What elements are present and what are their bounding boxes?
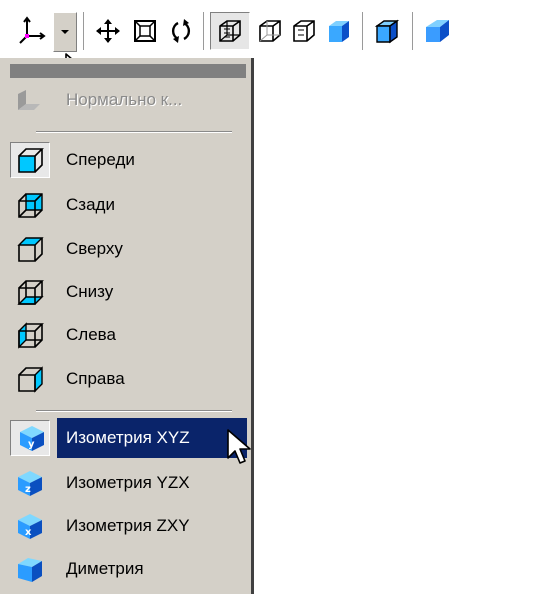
hidden-lines-thin-icon[interactable] <box>287 14 321 48</box>
menu-item-normal-to: Нормально к... <box>0 80 251 120</box>
menu-item-bottom[interactable]: Снизу <box>0 272 251 312</box>
view-orientation-menu: Нормально к... Спереди Сзади Сверху Сниз… <box>0 58 254 594</box>
toolbar-separator <box>203 12 205 50</box>
menu-item-label: Изометрия YZX <box>66 473 190 492</box>
toolbar-separator <box>412 12 414 50</box>
menu-item-left[interactable]: Слева <box>0 315 251 355</box>
shaded-icon[interactable] <box>322 14 356 48</box>
iso-zxy-icon: x <box>12 510 48 542</box>
left-view-icon <box>12 319 48 351</box>
back-view-icon <box>12 189 48 221</box>
dropdown-arrow-icon <box>61 30 69 34</box>
menu-item-label: Сзади <box>66 195 115 214</box>
iso-yzx-icon: z <box>12 467 48 499</box>
shaded-with-edges-icon[interactable] <box>370 14 404 48</box>
wireframe-icon[interactable] <box>210 12 250 50</box>
pan-icon[interactable] <box>91 14 125 48</box>
hidden-lines-icon[interactable] <box>253 14 287 48</box>
menu-item-back[interactable]: Сзади <box>0 185 251 225</box>
menu-item-iso-yzx[interactable]: z Изометрия YZX <box>0 463 251 503</box>
menu-item-label: Справа <box>66 369 125 388</box>
svg-text:x: x <box>25 527 32 538</box>
menu-item-label: Спереди <box>66 150 135 169</box>
zoom-to-fit-icon[interactable] <box>128 14 162 48</box>
orientation-icon[interactable] <box>14 14 50 48</box>
mouse-cursor-icon <box>227 429 251 464</box>
svg-text:z: z <box>25 484 31 495</box>
menu-item-label: Сверху <box>66 239 123 258</box>
menu-item-front[interactable]: Спереди <box>0 140 251 180</box>
menu-item-iso-xyz[interactable]: Изометрия XYZ <box>57 418 247 458</box>
menu-item-iso-zxy[interactable]: x Изометрия ZXY <box>0 506 251 546</box>
menu-item-right[interactable]: Справа <box>0 359 251 399</box>
menu-item-label: Изометрия ZXY <box>66 516 190 535</box>
right-view-icon <box>12 363 48 395</box>
menu-item-label: Диметрия <box>66 559 144 578</box>
view-dropdown-button[interactable] <box>53 12 77 52</box>
view-toolbar <box>0 0 546 58</box>
iso-xyz-icon-cell: y <box>12 418 52 458</box>
menu-item-label: Слева <box>66 325 116 344</box>
perspective-icon[interactable] <box>420 14 454 48</box>
menu-item-label: Изометрия XYZ <box>66 428 190 447</box>
svg-text:y: y <box>28 439 35 450</box>
bottom-view-icon <box>12 276 48 308</box>
menu-item-top[interactable]: Сверху <box>0 229 251 269</box>
menu-separator <box>36 410 232 412</box>
toolbar-separator <box>362 12 364 50</box>
iso-xyz-icon: y <box>14 422 50 454</box>
menu-item-label: Снизу <box>66 282 114 301</box>
toolbar-separator <box>83 12 85 50</box>
top-view-icon <box>12 233 48 265</box>
rotate-icon[interactable] <box>164 14 198 48</box>
menu-separator <box>36 131 232 133</box>
menu-tearoff-bar[interactable] <box>10 64 246 78</box>
menu-item-label: Нормально к... <box>66 90 183 109</box>
dimetric-icon <box>12 553 48 585</box>
front-view-icon <box>12 144 48 176</box>
menu-item-dimetric[interactable]: Диметрия <box>0 549 251 589</box>
normal-to-icon <box>12 84 48 116</box>
